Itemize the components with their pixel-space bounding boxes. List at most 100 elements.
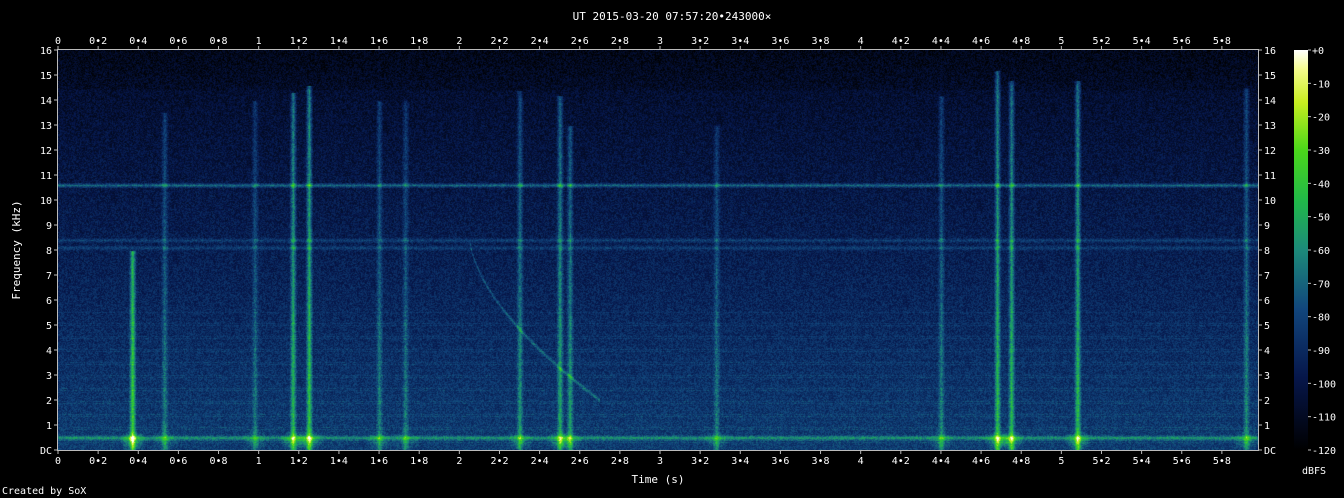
y-tick-label-right: DC [1264, 446, 1276, 457]
y-tick-label-right: 11 [1264, 171, 1276, 182]
x-tick-label-bottom: 3 [657, 456, 663, 467]
spectrogram-canvas [58, 50, 1258, 450]
x-tick-label-top: 2•2 [490, 36, 508, 47]
y-tick-label-right: 10 [1264, 196, 1276, 207]
y-tick-label-left: 16 [40, 46, 52, 57]
colorbar-tick-label: -90 [1312, 346, 1330, 357]
x-tick-label-bottom: 3•4 [731, 456, 749, 467]
x-tick-label-top: 1 [256, 36, 262, 47]
x-tick-label-bottom: 1•8 [410, 456, 428, 467]
x-tick-label-bottom: 5•4 [1133, 456, 1151, 467]
colorbar-label: dBFS [1302, 466, 1326, 477]
colorbar-tick-label: -60 [1312, 246, 1330, 257]
x-tick-label-bottom: 0•6 [169, 456, 187, 467]
y-tick-label-right: 4 [1264, 346, 1270, 357]
colorbar-tick-label: -80 [1312, 313, 1330, 324]
y-tick-label-right: 15 [1264, 71, 1276, 82]
x-tick-label-top: 3 [657, 36, 663, 47]
x-tick-label-bottom: 2•2 [490, 456, 508, 467]
y-tick-label-right: 12 [1264, 146, 1276, 157]
x-tick-label-bottom: 4•2 [892, 456, 910, 467]
colorbar-gradient [1294, 50, 1308, 450]
x-tick-label-top: 2 [456, 36, 462, 47]
colorbar-tick-label: +0 [1312, 46, 1324, 57]
y-tick-label-left: 11 [40, 171, 52, 182]
y-tick-label-right: 8 [1264, 246, 1270, 257]
x-tick-label-bottom: 4 [858, 456, 864, 467]
colorbar-tick-label: -110 [1312, 413, 1336, 424]
y-tick-label-left: 8 [46, 246, 52, 257]
x-tick-label-top: 2•8 [611, 36, 629, 47]
x-tick-label-top: 4•6 [972, 36, 990, 47]
y-tick-label-right: 3 [1264, 371, 1270, 382]
y-tick-label-right: 6 [1264, 296, 1270, 307]
colorbar-tick-label: -20 [1312, 113, 1330, 124]
y-tick-label-right: 2 [1264, 396, 1270, 407]
y-tick-label-left: 15 [40, 71, 52, 82]
x-tick-label-bottom: 0 [55, 456, 61, 467]
x-tick-label-bottom: 5•6 [1173, 456, 1191, 467]
y-tick-label-right: 13 [1264, 121, 1276, 132]
x-tick-label-top: 0•8 [210, 36, 228, 47]
x-tick-label-bottom: 1•6 [370, 456, 388, 467]
x-tick-label-top: 4 [858, 36, 864, 47]
y-tick-label-left: 4 [46, 346, 52, 357]
colorbar-tick-label: -40 [1312, 179, 1330, 190]
y-tick-label-left: 14 [40, 96, 52, 107]
x-tick-label-top: 2•4 [531, 36, 549, 47]
y-tick-label-left: 10 [40, 196, 52, 207]
y-tick-label-left: 2 [46, 396, 52, 407]
y-tick-label-right: 5 [1264, 321, 1270, 332]
x-tick-label-bottom: 5 [1058, 456, 1064, 467]
x-tick-label-bottom: 0•4 [129, 456, 147, 467]
x-tick-label-top: 3•8 [812, 36, 830, 47]
x-tick-label-top: 0•2 [89, 36, 107, 47]
x-tick-label-top: 3•6 [771, 36, 789, 47]
y-tick-label-right: 1 [1264, 421, 1270, 432]
colorbar-tick-label: -30 [1312, 146, 1330, 157]
colorbar-tick-label: -100 [1312, 379, 1336, 390]
x-tick-label-top: 5•8 [1213, 36, 1231, 47]
chart-title: UT 2015-03-20 07:57:20•243000× [573, 10, 772, 23]
y-tick-label-left: 3 [46, 371, 52, 382]
x-tick-label-top: 0•4 [129, 36, 147, 47]
x-tick-label-bottom: 4•8 [1012, 456, 1030, 467]
y-tick-label-left: DC [40, 446, 52, 457]
x-tick-label-top: 5•6 [1173, 36, 1191, 47]
y-tick-label-left: 12 [40, 146, 52, 157]
colorbar-tick-label: -120 [1312, 446, 1336, 457]
x-tick-label-bottom: 2 [456, 456, 462, 467]
y-tick-label-right: 16 [1264, 46, 1276, 57]
x-axis-label: Time (s) [632, 473, 685, 486]
x-tick-label-bottom: 3•6 [771, 456, 789, 467]
x-tick-label-top: 4•8 [1012, 36, 1030, 47]
x-tick-label-top: 3•2 [691, 36, 709, 47]
y-tick-label-left: 6 [46, 296, 52, 307]
x-tick-label-bottom: 0•8 [210, 456, 228, 467]
y-tick-label-left: 9 [46, 221, 52, 232]
y-axis-label: Frequency (kHz) [10, 200, 23, 299]
x-tick-label-top: 0 [55, 36, 61, 47]
x-tick-label-bottom: 1 [256, 456, 262, 467]
x-tick-label-top: 1•8 [410, 36, 428, 47]
x-tick-label-top: 1•2 [290, 36, 308, 47]
x-tick-label-bottom: 3•2 [691, 456, 709, 467]
x-tick-label-top: 3•4 [731, 36, 749, 47]
y-tick-label-left: 7 [46, 271, 52, 282]
x-tick-label-top: 5•4 [1133, 36, 1151, 47]
y-tick-label-right: 9 [1264, 221, 1270, 232]
x-tick-label-bottom: 1•2 [290, 456, 308, 467]
y-tick-label-right: 14 [1264, 96, 1276, 107]
colorbar-tick-label: -50 [1312, 213, 1330, 224]
x-tick-label-bottom: 2•4 [531, 456, 549, 467]
footer-credit: Created by SoX [2, 486, 86, 497]
x-tick-label-top: 1•4 [330, 36, 348, 47]
x-tick-label-bottom: 5•2 [1092, 456, 1110, 467]
x-tick-label-top: 1•6 [370, 36, 388, 47]
x-tick-label-bottom: 3•8 [812, 456, 830, 467]
x-tick-label-bottom: 5•8 [1213, 456, 1231, 467]
y-tick-label-left: 1 [46, 421, 52, 432]
x-tick-label-top: 0•6 [169, 36, 187, 47]
x-tick-label-bottom: 4•4 [932, 456, 950, 467]
colorbar-tick-label: -70 [1312, 279, 1330, 290]
